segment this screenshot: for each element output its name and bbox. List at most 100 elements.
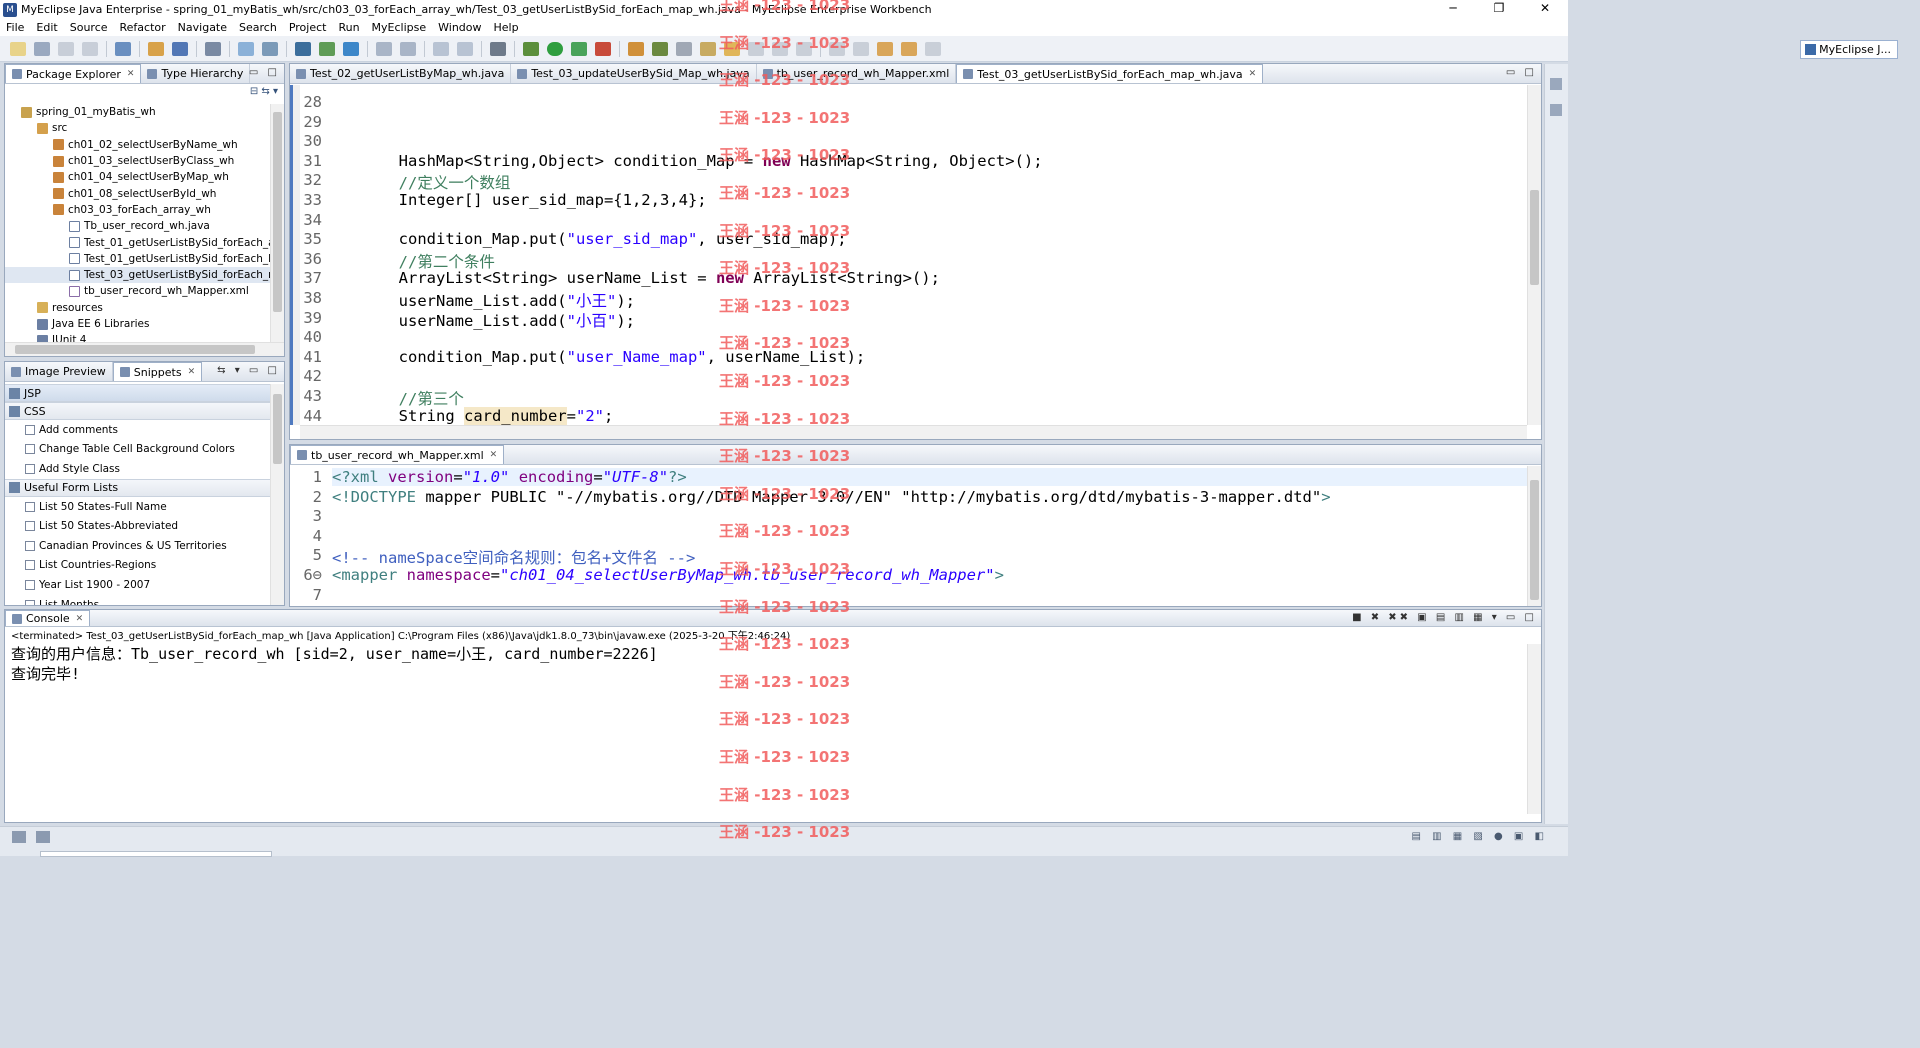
link-icon[interactable]	[376, 41, 392, 56]
tree-item[interactable]: ch01_03_selectUserByClass_wh	[5, 153, 270, 169]
console-toolbar[interactable]: ■ ✖ ✖✖ ▣ ▤ ▥ ▦ ▾ ▭ □	[1352, 612, 1537, 623]
panel-controls[interactable]: ⇆ ▾ ▭ □	[217, 365, 280, 376]
snippet-category[interactable]: Useful Form Lists	[5, 478, 270, 497]
panel-controls[interactable]: ▭ □	[249, 67, 280, 78]
vertical-scrollbar[interactable]	[1527, 644, 1541, 814]
outline-icon[interactable]	[36, 831, 50, 843]
last-edit-icon[interactable]	[877, 41, 893, 56]
close-icon[interactable]: ✕	[76, 614, 84, 624]
close-icon[interactable]: ✕	[188, 367, 196, 377]
menu-navigate[interactable]: Navigate	[172, 21, 233, 34]
collapse-link-icons[interactable]: ⊟ ⇆ ▾	[250, 86, 278, 97]
snippet-item[interactable]: Canadian Provinces & US Territories	[5, 536, 270, 556]
close-button[interactable]: ✕	[1522, 0, 1568, 19]
tree-item[interactable]: ch01_08_selectUserById_wh	[5, 185, 270, 201]
snippet-category[interactable]: CSS	[5, 402, 270, 420]
status-icons[interactable]: ▤ ▥ ▦ ▧ ● ▣ ◧	[1412, 831, 1549, 842]
deploy-icon[interactable]	[238, 41, 254, 56]
tree-item[interactable]: Test_03_getUserListBySid_forEach_map	[5, 266, 270, 284]
back-icon[interactable]	[901, 41, 917, 56]
image-icon[interactable]	[433, 41, 449, 56]
menu-myeclipse[interactable]: MyEclipse	[366, 21, 433, 34]
menu-edit[interactable]: Edit	[30, 21, 63, 34]
snippet-category[interactable]: JSP	[5, 384, 270, 402]
horizontal-scrollbar[interactable]	[5, 342, 284, 356]
tab-image-preview[interactable]: Image Preview	[5, 362, 113, 381]
tree-item[interactable]: ch03_03_forEach_array_wh	[5, 202, 270, 218]
external-tools-icon[interactable]	[595, 41, 611, 56]
vertical-scrollbar[interactable]	[270, 104, 284, 342]
tab-editor-file[interactable]: Test_03_getUserListBySid_forEach_map_wh.…	[956, 64, 1264, 83]
snippet-item[interactable]: Change Table Cell Background Colors	[5, 440, 270, 460]
vertical-scrollbar[interactable]	[1527, 85, 1541, 425]
add-icon[interactable]	[319, 41, 335, 56]
snippet-item[interactable]: Year List 1900 - 2007	[5, 575, 270, 595]
close-icon[interactable]: ✕	[1249, 69, 1257, 79]
tab-type-hierarchy[interactable]: Type Hierarchy	[141, 64, 251, 83]
menu-window[interactable]: Window	[432, 21, 487, 34]
menu-search[interactable]: Search	[233, 21, 283, 34]
print-icon[interactable]	[82, 41, 98, 56]
tab-editor-file[interactable]: Test_02_getUserListByMap_wh.java	[290, 64, 512, 83]
menu-run[interactable]: Run	[332, 21, 365, 34]
tree-item[interactable]: Test_01_getUserListBySid_forEach_list_v	[5, 251, 270, 267]
server-icon[interactable]	[205, 41, 221, 56]
debug-icon[interactable]	[523, 41, 539, 56]
perspective-button[interactable]: MyEclipse J...	[1800, 40, 1898, 59]
minimize-button[interactable]: ─	[1430, 0, 1476, 19]
snippet-item[interactable]: Add Style Class	[5, 459, 270, 479]
monitor-icon[interactable]	[490, 41, 506, 56]
tree-item[interactable]: spring_01_myBatis_wh	[5, 104, 270, 120]
snapshot-icon[interactable]	[457, 41, 473, 56]
maximize-button[interactable]: ❐	[1476, 0, 1522, 19]
package-icon[interactable]	[628, 41, 644, 56]
open-resource-icon[interactable]	[172, 41, 188, 56]
console-output[interactable]: 查询的用户信息：Tb_user_record_wh [sid=2, user_n…	[11, 644, 658, 684]
tree-item[interactable]: Java EE 6 Libraries	[5, 316, 270, 332]
menu-help[interactable]: Help	[488, 21, 525, 34]
menu-file[interactable]: File	[0, 21, 30, 34]
bean-icon[interactable]	[676, 41, 692, 56]
tab-snippets[interactable]: Snippets ✕	[112, 362, 203, 381]
tree-item[interactable]: tb_user_record_wh_Mapper.xml	[5, 283, 270, 299]
menu-source[interactable]: Source	[64, 21, 114, 34]
vertical-scrollbar[interactable]	[270, 384, 284, 605]
new-icon[interactable]	[10, 41, 26, 56]
tree-item[interactable]: resources	[5, 300, 270, 316]
save-all-icon[interactable]	[58, 41, 74, 56]
tree-item[interactable]: ch01_04_selectUserByMap_wh	[5, 169, 270, 185]
coverage-icon[interactable]	[571, 41, 587, 56]
snippet-item[interactable]: List Months	[5, 595, 270, 605]
restore-icon[interactable]	[1550, 78, 1562, 90]
refresh-icon[interactable]	[652, 41, 668, 56]
xml-code-area[interactable]: 1 <?xml version="1.0" encoding="UTF-8"?> 2…	[300, 466, 1527, 606]
close-icon[interactable]: ✕	[127, 69, 135, 79]
menu-refactor[interactable]: Refactor	[114, 21, 172, 34]
run-icon[interactable]	[547, 41, 563, 56]
unlink-icon[interactable]	[400, 41, 416, 56]
fast-view-icon[interactable]	[12, 831, 26, 843]
tab-console[interactable]: Console ✕	[5, 610, 91, 626]
tree-item[interactable]: src	[5, 120, 270, 136]
menu-project[interactable]: Project	[283, 21, 333, 34]
tree-item[interactable]: JUnit 4	[5, 332, 270, 342]
search-icon[interactable]	[262, 41, 278, 56]
horizontal-scrollbar[interactable]	[300, 425, 1527, 439]
forward-icon[interactable]	[925, 41, 941, 56]
database-icon[interactable]	[295, 41, 311, 56]
panel-controls[interactable]: ▭ □	[1506, 67, 1537, 78]
prev-annotation-icon[interactable]	[853, 41, 869, 56]
snippet-item[interactable]: Add comments	[5, 420, 270, 440]
open-type-icon[interactable]	[148, 41, 164, 56]
globe-icon[interactable]	[343, 41, 359, 56]
vertical-scrollbar[interactable]	[1527, 466, 1541, 606]
new-wizard-icon[interactable]	[115, 41, 131, 56]
close-icon[interactable]: ✕	[490, 450, 498, 460]
tree-item[interactable]: Tb_user_record_wh.java	[5, 218, 270, 234]
tab-package-explorer[interactable]: Package Explorer ✕	[5, 64, 142, 83]
snippet-item[interactable]: List 50 States-Full Name	[5, 497, 270, 517]
tree-item[interactable]: ch01_02_selectUserByName_wh	[5, 137, 270, 153]
snippet-item[interactable]: List Countries-Regions	[5, 556, 270, 576]
tree-item[interactable]: Test_01_getUserListBySid_forEach_arra	[5, 234, 270, 250]
tab-xml-mapper[interactable]: tb_user_record_wh_Mapper.xml ✕	[290, 445, 505, 464]
